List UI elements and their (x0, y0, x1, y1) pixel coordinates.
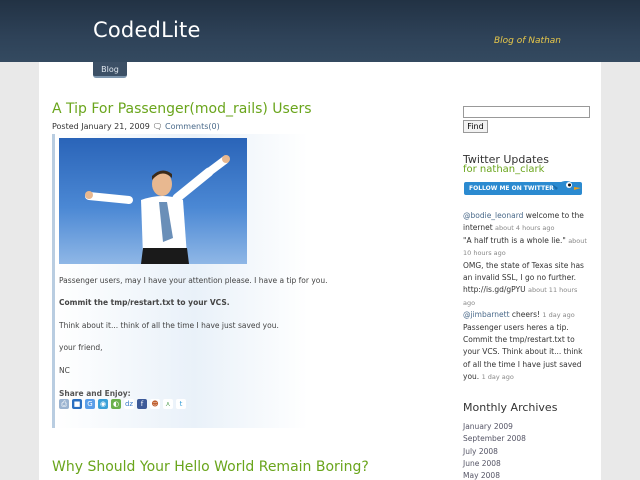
print-icon[interactable]: ⎙ (59, 399, 69, 409)
post-date: Posted January 21, 2009 (52, 122, 150, 131)
tweet-time[interactable]: about 4 hours ago (495, 224, 554, 232)
share-icons: ⎙ ■ G ◉ ◐ dz f ☻ ⋏ t (59, 399, 186, 409)
post-image (59, 138, 247, 264)
post-meta: Posted January 21, 2009 🗨 Comments(0) (52, 122, 220, 131)
tweet-time[interactable]: 1 day ago (542, 311, 574, 319)
nav-tab-blog[interactable]: Blog (93, 62, 127, 78)
site-header: CodedLite Blog of Nathan (0, 0, 640, 62)
post-paragraph: Think about it... think of all the time … (59, 321, 279, 330)
post-paragraph: NC (59, 366, 70, 375)
tweet-mention[interactable]: @bodie_leonard (463, 211, 523, 220)
globe-icon[interactable]: ◉ (98, 399, 108, 409)
reddit-icon[interactable]: ☻ (150, 399, 160, 409)
comment-icon: 🗨 (152, 122, 163, 131)
stumble-icon[interactable]: ◐ (111, 399, 121, 409)
tweet-time[interactable]: 1 day ago (482, 373, 514, 381)
archive-link[interactable]: June 2008 (463, 458, 526, 470)
twitter-icon[interactable]: t (176, 399, 186, 409)
post-paragraph: Passenger users, may I have your attenti… (59, 276, 328, 285)
find-button[interactable]: Find (463, 120, 488, 133)
post-paragraph: your friend, (59, 343, 103, 352)
tweet: OMG, the state of Texas site has an inva… (463, 260, 591, 310)
tweet: @bodie_leonard welcome to the internet a… (463, 210, 591, 235)
archive-link[interactable]: July 2008 (463, 446, 526, 458)
tweet: Passenger users heres a tip. Commit the … (463, 322, 591, 384)
google-icon[interactable]: G (85, 399, 95, 409)
archive-list: January 2009 September 2008 July 2008 Ju… (463, 421, 526, 480)
comments-link[interactable]: Comments(0) (165, 122, 220, 131)
tweet: @jimbarnett cheers! 1 day ago (463, 309, 591, 321)
dzone-icon[interactable]: dz (124, 399, 134, 409)
archive-link[interactable]: January 2009 (463, 421, 526, 433)
post-title[interactable]: Why Should Your Hello World Remain Borin… (52, 459, 369, 475)
delicious-icon[interactable]: ■ (72, 399, 82, 409)
post-title[interactable]: A Tip For Passenger(mod_rails) Users (52, 101, 312, 117)
tweet-mention[interactable]: @jimbarnett (463, 310, 510, 319)
facebook-icon[interactable]: f (137, 399, 147, 409)
tweet-text: cheers! (509, 310, 541, 320)
twitter-username[interactable]: for nathan_clark (463, 164, 544, 175)
post-paragraph: Commit the tmp/restart.txt to your VCS. (59, 298, 230, 307)
technorati-icon[interactable]: ⋏ (163, 399, 173, 409)
tweet-list: @bodie_leonard welcome to the internet a… (463, 210, 591, 384)
site-tagline: Blog of Nathan (494, 36, 561, 46)
archives-heading: Monthly Archives (463, 401, 558, 414)
tweet-text: "A half truth is a whole lie." (463, 235, 566, 245)
search-input[interactable] (463, 106, 590, 118)
tweet: "A half truth is a whole lie." about 10 … (463, 235, 591, 260)
archive-link[interactable]: September 2008 (463, 433, 526, 445)
site-title[interactable]: CodedLite (93, 18, 201, 42)
twitter-bird-icon (550, 176, 582, 198)
archive-link[interactable]: May 2008 (463, 470, 526, 480)
share-label: Share and Enjoy: (59, 389, 131, 398)
